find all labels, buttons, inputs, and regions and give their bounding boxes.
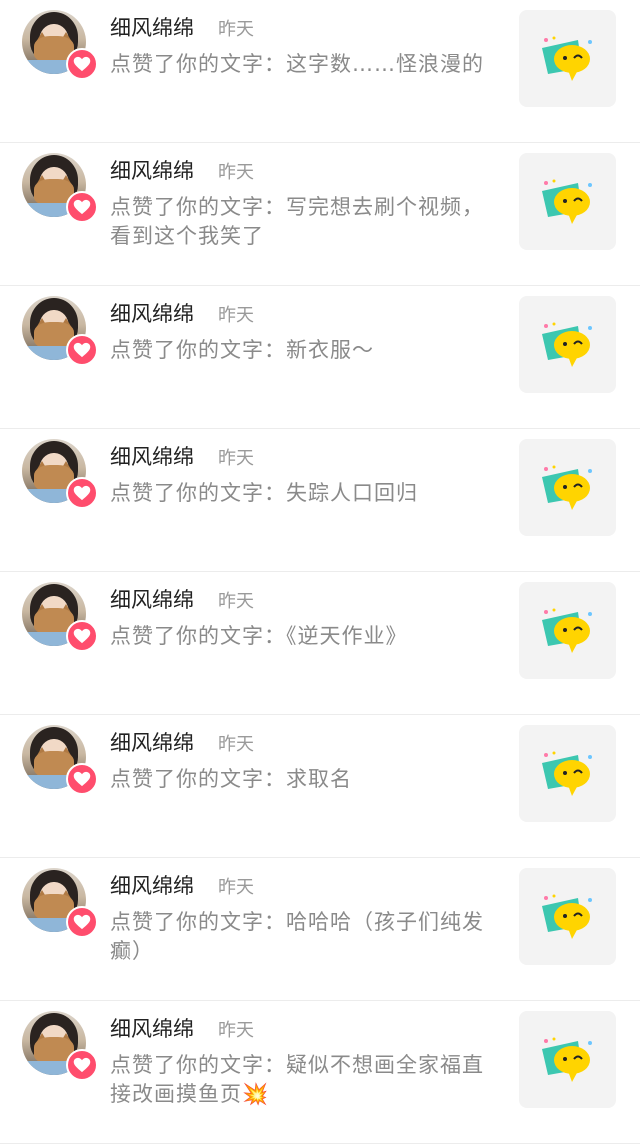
notification-text[interactable]: 点赞了你的文字：失踪人口回归 [110, 479, 490, 508]
chat-bubble-emoji-icon [541, 465, 592, 510]
user-name[interactable]: 细风绵绵 [110, 12, 194, 42]
notification-text[interactable]: 点赞了你的文字：这字数……怪浪漫的 [110, 50, 490, 79]
avatar[interactable] [22, 725, 98, 795]
notification-item[interactable]: 细风绵绵 昨天 点赞了你的文字：《逆天作业》 [0, 572, 640, 715]
post-thumbnail[interactable] [519, 868, 616, 965]
notification-text[interactable]: 点赞了你的文字：新衣服～ [110, 336, 490, 365]
heart-icon [66, 763, 98, 795]
avatar[interactable] [22, 868, 98, 938]
user-name[interactable]: 细风绵绵 [110, 584, 194, 614]
post-thumbnail[interactable] [519, 439, 616, 536]
notification-item[interactable]: 细风绵绵 昨天 点赞了你的文字：失踪人口回归 [0, 429, 640, 572]
notification-item[interactable]: 细风绵绵 昨天 点赞了你的文字：新衣服～ [0, 286, 640, 429]
chat-bubble-emoji-icon [541, 36, 592, 81]
user-name[interactable]: 细风绵绵 [110, 727, 194, 757]
user-name[interactable]: 细风绵绵 [110, 870, 194, 900]
avatar[interactable] [22, 582, 98, 652]
chat-bubble-emoji-icon [541, 608, 592, 653]
post-thumbnail[interactable] [519, 1011, 616, 1108]
post-thumbnail[interactable] [519, 582, 616, 679]
notification-text[interactable]: 点赞了你的文字：哈哈哈（孩子们纯发癫） [110, 908, 490, 966]
notification-item[interactable]: 细风绵绵 昨天 点赞了你的文字：求取名 [0, 715, 640, 858]
post-thumbnail[interactable] [519, 10, 616, 107]
notification-item[interactable]: 细风绵绵 昨天 点赞了你的文字：写完想去刷个视频，看到这个我笑了 [0, 143, 640, 286]
heart-icon [66, 1049, 98, 1081]
timestamp: 昨天 [218, 591, 254, 612]
timestamp: 昨天 [218, 162, 254, 183]
user-name[interactable]: 细风绵绵 [110, 1013, 194, 1043]
post-thumbnail[interactable] [519, 153, 616, 250]
notification-item[interactable]: 细风绵绵 昨天 点赞了你的文字：疑似不想画全家福直接改画摸鱼页💥 [0, 1001, 640, 1144]
notification-list: 细风绵绵 昨天 点赞了你的文字：这字数……怪浪漫的 细风绵绵 昨天 点赞了你的文… [0, 0, 640, 1144]
heart-icon [66, 48, 98, 80]
avatar[interactable] [22, 296, 98, 366]
heart-icon [66, 906, 98, 938]
timestamp: 昨天 [218, 877, 254, 898]
timestamp: 昨天 [218, 734, 254, 755]
notification-item[interactable]: 细风绵绵 昨天 点赞了你的文字：哈哈哈（孩子们纯发癫） [0, 858, 640, 1001]
heart-icon [66, 334, 98, 366]
notification-item[interactable]: 细风绵绵 昨天 点赞了你的文字：这字数……怪浪漫的 [0, 0, 640, 143]
chat-bubble-emoji-icon [541, 751, 592, 796]
timestamp: 昨天 [218, 19, 254, 40]
notification-text[interactable]: 点赞了你的文字：求取名 [110, 765, 490, 794]
chat-bubble-emoji-icon [541, 179, 592, 224]
heart-icon [66, 477, 98, 509]
avatar[interactable] [22, 1011, 98, 1081]
heart-icon [66, 191, 98, 223]
heart-icon [66, 620, 98, 652]
timestamp: 昨天 [218, 448, 254, 469]
notification-text[interactable]: 点赞了你的文字：写完想去刷个视频，看到这个我笑了 [110, 193, 490, 251]
timestamp: 昨天 [218, 305, 254, 326]
avatar[interactable] [22, 153, 98, 223]
post-thumbnail[interactable] [519, 725, 616, 822]
avatar[interactable] [22, 10, 98, 80]
user-name[interactable]: 细风绵绵 [110, 441, 194, 471]
user-name[interactable]: 细风绵绵 [110, 155, 194, 185]
avatar[interactable] [22, 439, 98, 509]
post-thumbnail[interactable] [519, 296, 616, 393]
user-name[interactable]: 细风绵绵 [110, 298, 194, 328]
chat-bubble-emoji-icon [541, 322, 592, 367]
chat-bubble-emoji-icon [541, 894, 592, 939]
notification-text[interactable]: 点赞了你的文字：疑似不想画全家福直接改画摸鱼页💥 [110, 1051, 490, 1109]
notification-text[interactable]: 点赞了你的文字：《逆天作业》 [110, 622, 490, 651]
chat-bubble-emoji-icon [541, 1037, 592, 1082]
timestamp: 昨天 [218, 1020, 254, 1041]
